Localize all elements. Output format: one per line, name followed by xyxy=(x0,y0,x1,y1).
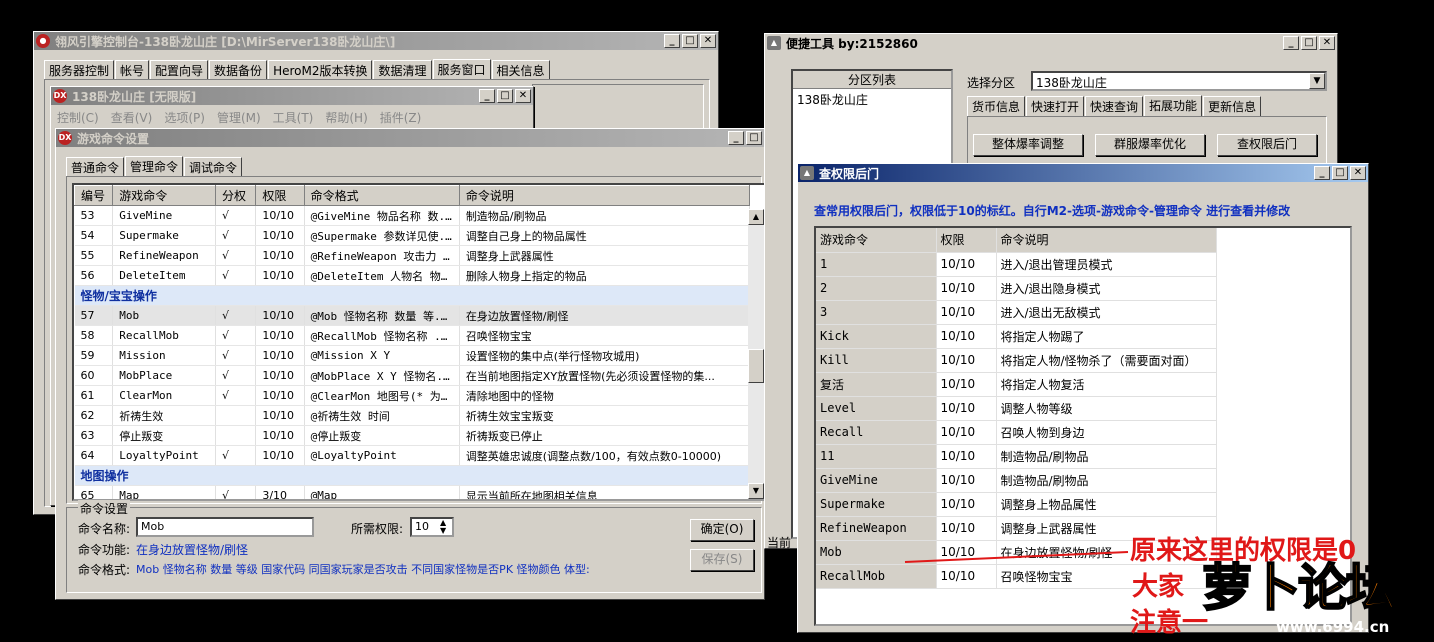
annotation-line-2: 大家 xyxy=(1132,572,1185,602)
forum-logo-url: www.6994.cn xyxy=(1276,618,1390,636)
forum-logo-text: 萝卜论坛 xyxy=(1201,558,1397,618)
forum-logo: 萝卜论坛 www.6994.cn xyxy=(1196,548,1424,640)
